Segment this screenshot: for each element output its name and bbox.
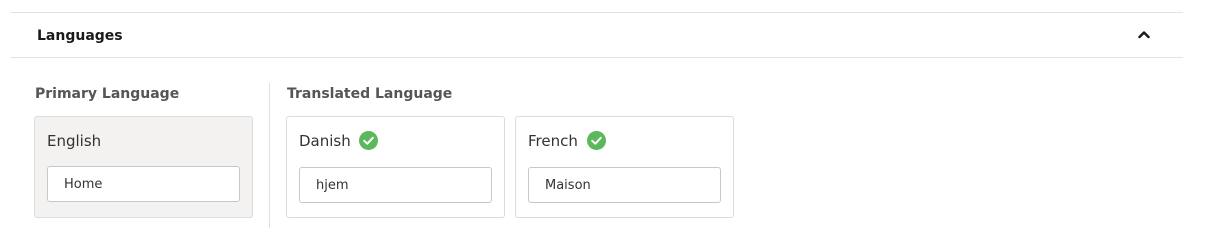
translated-card-danish: Danish [286,116,505,218]
translated-card-french: French [515,116,734,218]
card-language-name: French [528,132,578,150]
chevron-up-icon[interactable] [1135,25,1153,43]
french-text-input[interactable] [528,167,721,203]
danish-text-input[interactable] [299,167,492,203]
check-circle-icon [587,131,606,150]
translated-language-label: Translated Language [287,86,453,102]
primary-language-card: English [34,116,253,218]
check-circle-icon [359,131,378,150]
section-divider [269,83,270,228]
languages-panel-header[interactable]: Languages [10,12,1183,58]
panel-title: Languages [37,28,123,44]
primary-language-label: Primary Language [35,86,180,102]
card-language-name: English [47,132,102,150]
card-language-name: Danish [299,132,351,150]
primary-text-input[interactable] [47,166,240,202]
